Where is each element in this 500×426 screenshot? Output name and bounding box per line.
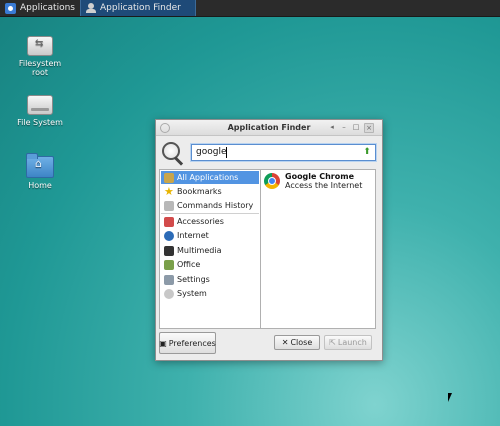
window-title: Application Finder — [227, 123, 311, 132]
multimedia-icon — [164, 245, 174, 256]
all-apps-icon — [164, 172, 174, 183]
category-label: Bookmarks — [177, 187, 222, 196]
desktop-icon-file-system[interactable]: File System — [10, 95, 70, 127]
search-input[interactable]: google ⬆ — [191, 144, 376, 161]
star-icon: ★ — [164, 184, 174, 198]
minimize-icon[interactable]: – — [340, 123, 348, 131]
app-finder-icon — [85, 3, 96, 13]
category-item-commands-history[interactable]: Commands History — [161, 199, 259, 212]
category-item-office[interactable]: Office — [161, 258, 259, 271]
category-item-internet[interactable]: Internet — [161, 229, 259, 242]
close-label: Close — [290, 338, 313, 347]
desktop-icon-label: File System — [17, 118, 63, 127]
category-item-multimedia[interactable]: Multimedia — [161, 244, 259, 257]
home-folder-icon — [26, 153, 54, 178]
app-finder-window: Application Finder ◂ – □ × google ⬆ All … — [155, 119, 383, 361]
category-separator — [161, 213, 259, 214]
shade-icon[interactable]: ◂ — [328, 123, 336, 131]
hard-drive-icon — [27, 95, 53, 115]
category-item-system[interactable]: System — [161, 287, 259, 300]
applications-menu-label: Applications — [20, 3, 75, 13]
preferences-icon: ▣ — [159, 338, 167, 348]
desktop-icon-filesystem-root[interactable]: Filesystem root — [10, 36, 70, 77]
office-icon — [164, 259, 174, 270]
category-item-all-applications[interactable]: All Applications — [161, 171, 259, 184]
category-item-bookmarks[interactable]: ★ Bookmarks — [161, 185, 259, 198]
history-icon — [164, 200, 174, 211]
settings-icon — [164, 274, 174, 285]
close-button[interactable]: ✕ Close — [274, 335, 320, 350]
desktop-icon-label: Filesystem root — [18, 59, 62, 77]
category-list: All Applications ★ Bookmarks Commands Hi… — [159, 169, 261, 329]
maximize-icon[interactable]: □ — [352, 123, 360, 131]
result-item-google-chrome[interactable]: Google Chrome Access the Internet — [261, 170, 375, 192]
taskbar: Applications Application Finder — [0, 0, 500, 17]
window-titlebar[interactable]: Application Finder ◂ – □ × — [156, 120, 382, 136]
results-list: Google Chrome Access the Internet — [260, 169, 376, 329]
category-label: Accessories — [177, 217, 224, 226]
result-description: Access the Internet — [285, 181, 363, 190]
xfce-menu-icon — [5, 2, 16, 14]
desktop-icon-label: Home — [28, 181, 52, 190]
accessories-icon — [164, 216, 174, 227]
text-caret — [226, 147, 227, 158]
launch-label: Launch — [337, 338, 367, 347]
applications-menu-button[interactable]: Applications — [0, 0, 80, 16]
category-label: Commands History — [177, 201, 254, 210]
chrome-icon — [264, 173, 280, 189]
launch-icon: ⇱ — [329, 338, 336, 347]
mouse-pointer-icon — [448, 393, 452, 402]
category-item-settings[interactable]: Settings — [161, 273, 259, 286]
search-icon — [162, 142, 184, 166]
taskbar-window-button[interactable]: Application Finder — [79, 0, 196, 16]
usb-drive-icon — [27, 36, 53, 56]
category-label: Multimedia — [177, 246, 222, 255]
result-name: Google Chrome — [285, 172, 355, 181]
close-icon[interactable]: × — [364, 123, 374, 133]
taskbar-window-label: Application Finder — [99, 3, 181, 13]
preferences-label: Preferences — [168, 338, 216, 348]
category-label: All Applications — [177, 173, 239, 182]
preferences-button[interactable]: ▣ Preferences — [159, 332, 216, 354]
category-label: Settings — [177, 275, 210, 284]
category-item-accessories[interactable]: Accessories — [161, 215, 259, 228]
category-label: Internet — [177, 231, 209, 240]
clear-search-icon[interactable]: ⬆ — [362, 147, 372, 157]
desktop-icon-home[interactable]: Home — [10, 153, 70, 190]
launch-button[interactable]: ⇱ Launch — [324, 335, 372, 350]
category-label: System — [177, 289, 207, 298]
system-icon — [164, 288, 174, 299]
search-input-value: google — [196, 147, 227, 157]
close-button-icon: ✕ — [281, 338, 289, 347]
globe-icon — [164, 230, 174, 241]
category-label: Office — [177, 260, 201, 269]
